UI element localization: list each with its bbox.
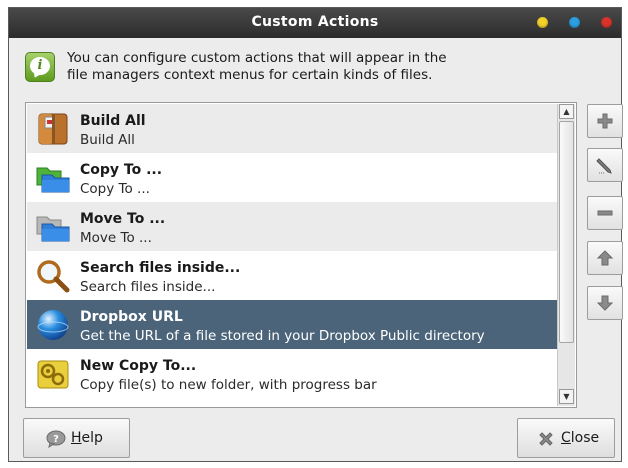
- scroll-down-button[interactable]: ▼: [559, 389, 574, 404]
- info-icon: i: [25, 52, 55, 82]
- action-row[interactable]: Build All Build All: [27, 104, 558, 153]
- scroll-up-button[interactable]: ▲: [559, 104, 574, 119]
- info-text: You can configure custom actions that wi…: [67, 50, 447, 84]
- info-line-1: You can configure custom actions that wi…: [67, 50, 447, 66]
- action-name: Dropbox URL: [80, 309, 183, 325]
- action-description: Copy file(s) to new folder, with progres…: [80, 377, 377, 393]
- move-down-button[interactable]: [587, 286, 623, 320]
- edit-action-button[interactable]: [587, 148, 623, 182]
- action-row[interactable]: Move To ... Move To ...: [27, 202, 558, 251]
- action-row[interactable]: New Copy To... Copy file(s) to new folde…: [27, 349, 558, 398]
- folder-move-icon: [36, 216, 70, 242]
- remove-action-button[interactable]: [587, 196, 623, 230]
- title-bar[interactable]: Custom Actions: [9, 8, 621, 38]
- action-name: Search files inside...: [80, 260, 241, 276]
- add-icon: [597, 113, 613, 129]
- action-name: Move To ...: [80, 211, 166, 227]
- info-banner: i You can configure custom actions that …: [25, 48, 585, 88]
- help-label: Help: [71, 430, 103, 446]
- action-name: New Copy To...: [80, 358, 197, 374]
- action-row-selected[interactable]: Dropbox URL Get the URL of a file stored…: [27, 300, 558, 349]
- help-button[interactable]: ? Help: [23, 418, 130, 458]
- move-down-icon: [596, 295, 614, 311]
- custom-actions-dialog: Custom Actions i You can configure custo…: [8, 7, 623, 462]
- action-row[interactable]: Search files inside... Search files insi…: [27, 251, 558, 300]
- action-row[interactable]: Copy To ... Copy To ...: [27, 153, 558, 202]
- archive-icon: [38, 113, 68, 145]
- action-description: Get the URL of a file stored in your Dro…: [80, 328, 485, 344]
- move-up-icon: [596, 250, 614, 266]
- svg-text:?: ?: [53, 434, 59, 445]
- action-description: Build All: [80, 132, 135, 148]
- close-icon: [539, 432, 553, 446]
- action-description: Copy To ...: [80, 181, 150, 197]
- close-window-button[interactable]: [601, 17, 612, 28]
- info-line-2: file managers context menus for certain …: [67, 67, 433, 83]
- window-title: Custom Actions: [251, 14, 379, 30]
- gear-folder-icon: [37, 360, 69, 389]
- actions-list[interactable]: Build All Build All Copy To ... Copy To …: [25, 102, 577, 408]
- magnifier-icon: [37, 260, 70, 293]
- minimize-button[interactable]: [537, 17, 548, 28]
- globe-icon: [37, 310, 69, 340]
- action-name: Copy To ...: [80, 162, 163, 178]
- help-icon: ?: [46, 430, 66, 448]
- scroll-thumb[interactable]: [559, 121, 574, 343]
- add-action-button[interactable]: [587, 104, 623, 138]
- action-name: Build All: [80, 113, 146, 129]
- remove-icon: [597, 210, 613, 216]
- folder-copy-icon: [36, 167, 70, 193]
- move-up-button[interactable]: [587, 241, 623, 275]
- action-description: Move To ...: [80, 230, 152, 246]
- vertical-scrollbar[interactable]: ▲ ▼: [557, 104, 575, 406]
- close-button[interactable]: Close: [517, 418, 615, 458]
- maximize-button[interactable]: [569, 17, 580, 28]
- action-description: Search files inside...: [80, 279, 216, 295]
- edit-icon: [596, 158, 612, 174]
- close-label: Close: [561, 430, 600, 446]
